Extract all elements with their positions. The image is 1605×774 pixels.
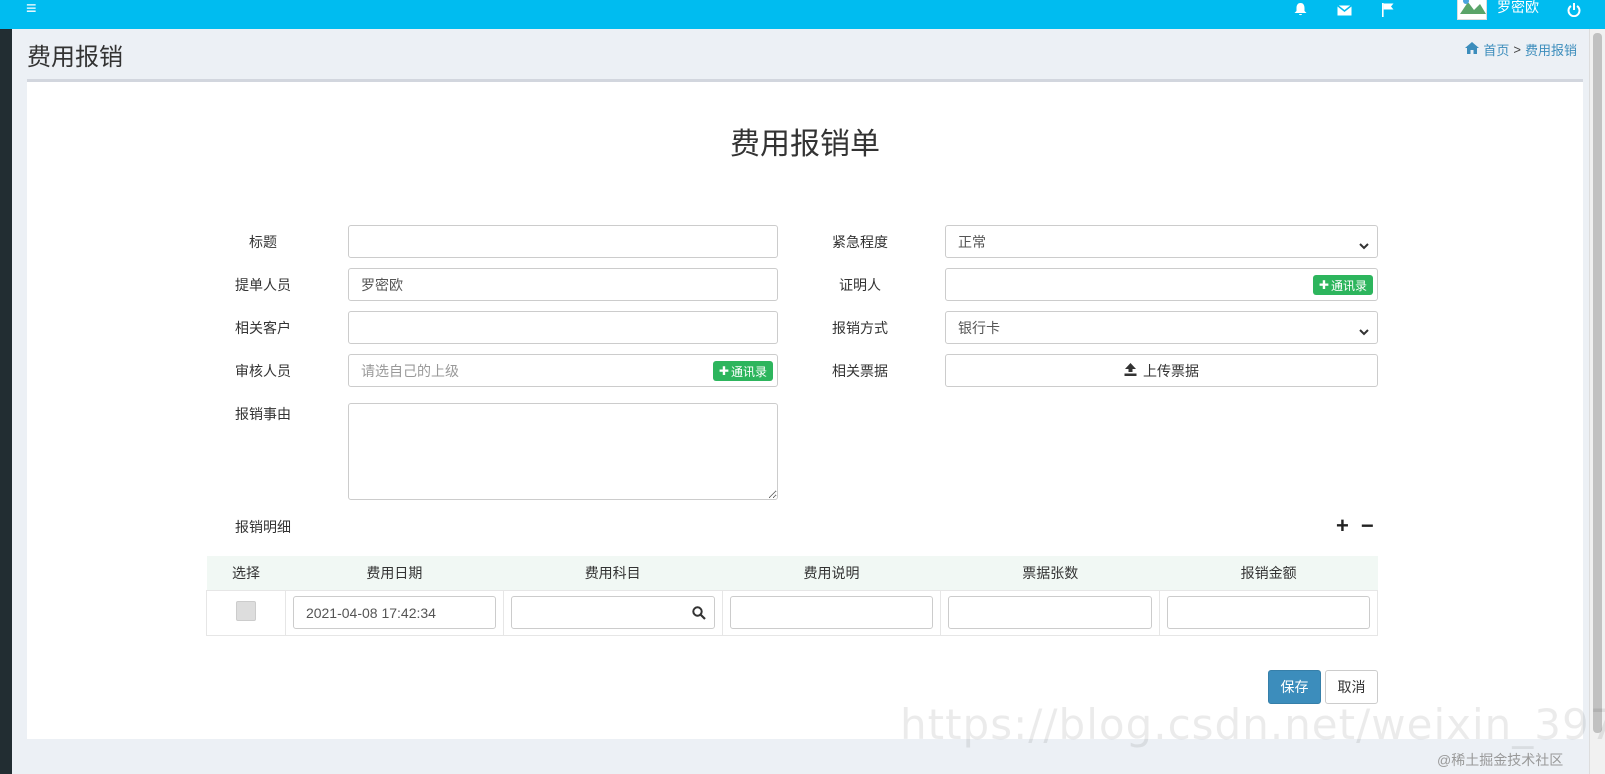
- remove-row-icon[interactable]: −: [1361, 515, 1374, 537]
- applicant-label: 提单人员: [235, 277, 291, 293]
- description-cell: [721, 589, 942, 636]
- chevron-down-icon: [1359, 323, 1369, 339]
- column-header: 费用日期: [285, 556, 504, 590]
- upload-button-label: 上传票据: [1143, 362, 1199, 379]
- reason-textarea[interactable]: [348, 403, 778, 500]
- row-checkbox[interactable]: [235, 601, 256, 621]
- subject-cell: [502, 589, 723, 636]
- user-avatar[interactable]: [1457, 0, 1487, 20]
- bills-label: 相关票据: [832, 363, 888, 379]
- sidebar-edge: [0, 0, 12, 774]
- details-label: 报销明细: [235, 519, 291, 535]
- scrollbar[interactable]: [1589, 29, 1605, 774]
- contacts-button-label: 通讯录: [1330, 278, 1367, 293]
- column-header: 费用科目: [503, 556, 723, 590]
- description-input[interactable]: [729, 596, 934, 629]
- subject-input[interactable]: [348, 225, 778, 258]
- witness-input[interactable]: ✚ 通讯录: [945, 268, 1378, 301]
- subject-label: 标题: [249, 234, 277, 250]
- method-select[interactable]: 银行卡: [945, 311, 1378, 344]
- customer-label: 相关客户: [235, 320, 291, 336]
- method-label: 报销方式: [832, 320, 888, 336]
- flag-icon[interactable]: [1376, 0, 1400, 20]
- details-table: 选择 费用日期 费用科目 费用说明 票据张数 报销金额 2021-04-08 1…: [206, 556, 1378, 636]
- date-cell: 2021-04-08 17:42:34: [284, 589, 504, 636]
- urgency-value: 正常: [958, 233, 986, 250]
- reviewer-input[interactable]: 请选自己的上级 ✚ 通讯录: [348, 354, 778, 387]
- select-cell: [206, 589, 286, 636]
- content-header: 费用报销 首页 > 费用报销: [12, 29, 1589, 79]
- column-header: 票据张数: [940, 556, 1160, 590]
- witness-label: 证明人: [839, 277, 881, 293]
- envelope-icon[interactable]: [1332, 0, 1356, 20]
- breadcrumb-separator: >: [1513, 42, 1521, 57]
- home-icon[interactable]: [1465, 42, 1480, 57]
- detail-row-controls: + −: [1336, 515, 1374, 537]
- search-icon[interactable]: [691, 606, 706, 623]
- add-row-icon[interactable]: +: [1336, 515, 1349, 537]
- table-row: 2021-04-08 17:42:34: [206, 589, 1378, 636]
- column-header: 报销金额: [1159, 556, 1378, 590]
- breadcrumb: 首页 > 费用报销: [1465, 40, 1577, 59]
- customer-input[interactable]: [348, 311, 778, 344]
- reason-label: 报销事由: [235, 406, 291, 422]
- urgency-label: 紧急程度: [832, 234, 888, 250]
- power-icon[interactable]: [1562, 0, 1586, 20]
- date-input[interactable]: 2021-04-08 17:42:34: [292, 596, 496, 629]
- urgency-select[interactable]: 正常: [945, 225, 1378, 258]
- save-button[interactable]: 保存: [1268, 670, 1321, 704]
- watermark-url: https://blog.csdn.net/weixin_39709134: [900, 700, 1605, 749]
- scrollbar-thumb[interactable]: [1593, 33, 1602, 733]
- chevron-down-icon: [1359, 237, 1369, 253]
- column-header: 费用说明: [722, 556, 941, 590]
- amount-input[interactable]: [1167, 596, 1370, 629]
- upload-icon: [1124, 362, 1137, 379]
- method-value: 银行卡: [958, 319, 1000, 336]
- upload-bills-button[interactable]: 上传票据: [945, 354, 1378, 387]
- plus-icon: ✚: [1318, 278, 1329, 292]
- bell-icon[interactable]: [1288, 0, 1312, 20]
- breadcrumb-current[interactable]: 费用报销: [1525, 40, 1577, 59]
- form-title: 费用报销单: [730, 128, 880, 161]
- contacts-button-label: 通讯录: [730, 364, 767, 379]
- bill-count-cell: [940, 589, 1161, 636]
- username-label[interactable]: 罗密欧: [1497, 0, 1539, 17]
- expense-subject-input[interactable]: [510, 596, 715, 629]
- column-header: 选择: [206, 556, 286, 590]
- table-header-row: 选择 费用日期 费用科目 费用说明 票据张数 报销金额: [206, 556, 1378, 590]
- watermark-credit: @稀土掘金技术社区: [1437, 752, 1564, 768]
- reviewer-placeholder: 请选自己的上级: [361, 362, 459, 379]
- page-title: 费用报销: [27, 44, 123, 71]
- applicant-input[interactable]: 罗密欧: [348, 268, 778, 301]
- reviewer-label: 审核人员: [235, 363, 291, 379]
- breadcrumb-home[interactable]: 首页: [1483, 40, 1509, 59]
- form-box: 费用报销单 标题 提单人员 罗密欧 相关客户 审核人员 请选自己的上级 ✚ 通讯…: [27, 79, 1583, 739]
- amount-cell: [1159, 589, 1378, 636]
- hamburger-menu-icon[interactable]: ≡: [26, 0, 37, 19]
- plus-icon: ✚: [718, 364, 729, 378]
- bill-count-input[interactable]: [948, 596, 1153, 629]
- cancel-button[interactable]: 取消: [1325, 670, 1378, 704]
- top-navbar: ≡ 罗密欧: [0, 0, 1605, 29]
- reviewer-contacts-button[interactable]: ✚ 通讯录: [712, 361, 773, 381]
- witness-contacts-button[interactable]: ✚ 通讯录: [1312, 275, 1373, 295]
